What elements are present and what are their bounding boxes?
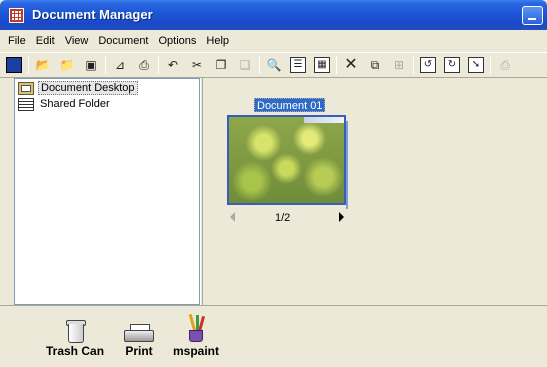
mspaint-button[interactable]: mspaint [173, 313, 220, 358]
mspaint-label: mspaint [173, 344, 220, 358]
toolbar-separator [158, 56, 159, 74]
toolbar-separator [28, 56, 29, 74]
menu-options[interactable]: Options [155, 35, 203, 47]
print-icon[interactable]: ⎙ [136, 57, 152, 73]
tree-item-label: Document Desktop [38, 81, 138, 95]
trash-can-button[interactable]: Trash Can [46, 316, 104, 358]
folder-tree: Document Desktop Shared Folder [14, 78, 200, 305]
view-thumbnails-icon[interactable]: ▦ [314, 57, 330, 73]
app-grid-icon[interactable] [9, 8, 24, 23]
merge-icon[interactable]: ⊞ [391, 57, 407, 73]
toolbar-separator [336, 56, 337, 74]
paste-icon[interactable]: ❏ [237, 57, 253, 73]
trash-can-label: Trash Can [46, 344, 105, 358]
menu-document[interactable]: Document [94, 35, 154, 47]
save-icon[interactable]: ▣ [83, 57, 99, 73]
export-icon[interactable]: ➘ [468, 57, 484, 73]
menu-edit[interactable]: Edit [32, 35, 61, 47]
printer-icon [124, 324, 154, 342]
duplicate-icon[interactable]: ⧉ [367, 57, 383, 73]
document-area[interactable]: Document 01 1/2 [203, 78, 547, 305]
properties-icon[interactable] [6, 57, 22, 73]
tree-item-label: Shared Folder [40, 98, 110, 110]
cut-icon[interactable]: ✂ [189, 57, 205, 73]
scan-icon[interactable]: ⊿ [112, 57, 128, 73]
menu-bar: File Edit View Document Options Help [0, 30, 547, 52]
tree-item-shared-folder[interactable]: Shared Folder [18, 97, 112, 111]
print-label: Print [125, 344, 153, 358]
view-list-icon[interactable]: ☰ [290, 57, 306, 73]
page-indicator: 1/2 [275, 212, 291, 224]
toolbar-separator [490, 56, 491, 74]
paint-icon [185, 313, 207, 342]
tree-item-document-desktop[interactable]: Document Desktop [18, 81, 138, 95]
toolbar: 📂 📁 ▣ ⊿ ⎙ ↶ ✂ ❐ ❏ 🔍 ☰ ▦ ✕ ⧉ ⊞ ↺ ↻ ➘ ⎙ [0, 52, 547, 78]
next-page-icon[interactable] [339, 212, 344, 222]
rotate-right-icon[interactable]: ↻ [444, 57, 460, 73]
minimize-button[interactable] [522, 6, 543, 25]
document-title[interactable]: Document 01 [254, 98, 326, 112]
shared-folder-icon [18, 97, 34, 111]
toolbar-separator [105, 56, 106, 74]
title-bar[interactable]: Document Manager [0, 0, 547, 30]
zoom-icon[interactable]: 🔍 [266, 57, 282, 73]
desktop-icon [18, 81, 34, 95]
open-icon[interactable]: 📁 [59, 57, 75, 73]
new-folder-icon[interactable]: 📂 [35, 57, 51, 73]
menu-file[interactable]: File [4, 35, 32, 47]
trash-icon [65, 320, 87, 343]
copy-icon[interactable]: ❐ [213, 57, 229, 73]
window-title: Document Manager [32, 7, 153, 22]
toolbar-separator [259, 56, 260, 74]
undo-icon[interactable]: ↶ [165, 57, 181, 73]
delete-icon[interactable]: ✕ [343, 57, 359, 73]
menu-help[interactable]: Help [202, 35, 235, 47]
menu-view[interactable]: View [61, 35, 95, 47]
document-thumbnail[interactable] [227, 115, 348, 209]
fax-icon[interactable]: ⎙ [497, 57, 513, 73]
previous-page-icon[interactable] [230, 212, 235, 222]
bottom-bar: Trash Can Print mspaint [0, 305, 547, 367]
rotate-left-icon[interactable]: ↺ [420, 57, 436, 73]
print-button[interactable]: Print [124, 316, 154, 358]
toolbar-separator [413, 56, 414, 74]
